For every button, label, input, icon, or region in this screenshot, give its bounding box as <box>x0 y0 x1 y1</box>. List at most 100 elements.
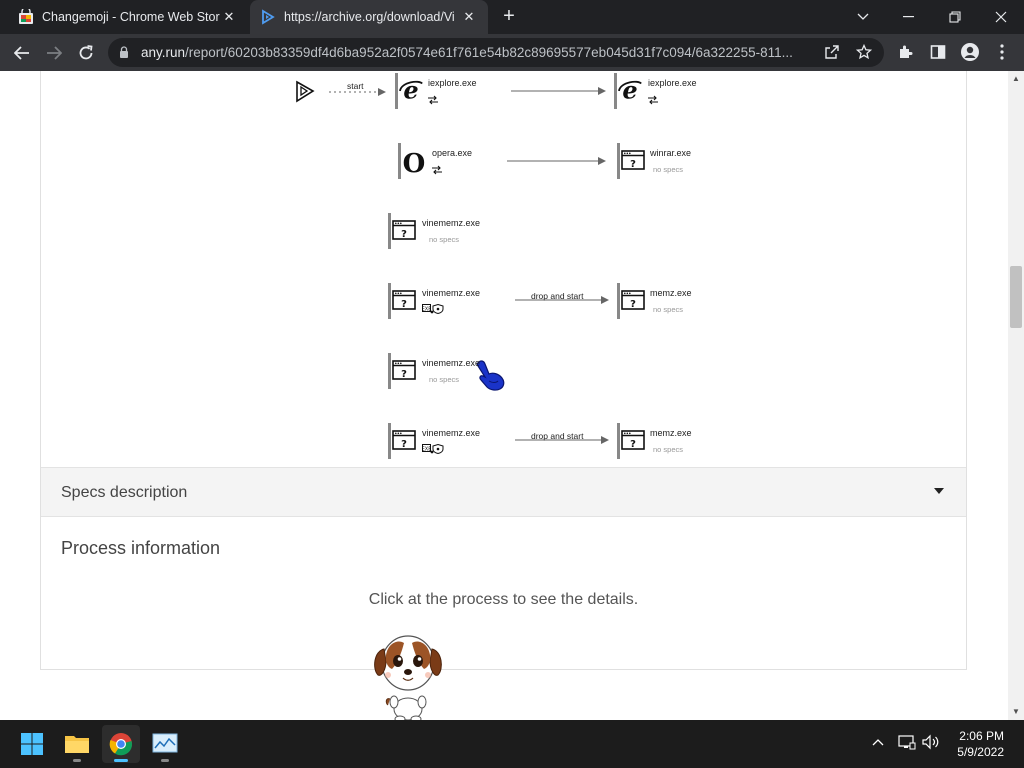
process-bar <box>617 283 620 319</box>
restore-button[interactable] <box>932 0 978 34</box>
process-bar <box>614 73 617 109</box>
exe-shield-badges-icon <box>422 304 444 314</box>
process-name[interactable]: memz.exe <box>650 288 692 298</box>
ie-icon[interactable] <box>618 75 642 104</box>
volume-icon[interactable] <box>922 734 940 753</box>
network-swap-icon <box>647 95 659 105</box>
file-explorer-button[interactable] <box>58 725 96 763</box>
chrome-taskbar-button[interactable] <box>102 725 140 763</box>
windows-taskbar: 2:06 PM 5/9/2022 <box>0 720 1024 768</box>
process-name[interactable]: iexplore.exe <box>428 78 477 88</box>
clock-date: 5/9/2022 <box>957 745 1004 759</box>
tab-archive[interactable]: https://archive.org/download/Vi ✕ <box>250 0 488 34</box>
chrome-menu-icon[interactable] <box>990 40 1014 64</box>
process-bar <box>617 143 620 179</box>
page-scrollbar[interactable]: ▲ ▼ <box>1008 71 1024 720</box>
edge-label: drop and start <box>531 291 584 301</box>
process-spec: no specs <box>653 445 684 454</box>
forward-button[interactable] <box>41 40 67 66</box>
new-tab-button[interactable]: + <box>498 6 520 28</box>
close-tab-icon[interactable]: ✕ <box>220 8 238 26</box>
process-bar <box>395 73 398 109</box>
tab-search-icon[interactable] <box>840 0 886 34</box>
address-bar[interactable]: any.run/report/60203b83359df4d6ba952a2f0… <box>108 38 884 67</box>
system-clock[interactable]: 2:06 PM 5/9/2022 <box>957 728 1004 760</box>
process-information-hint: Click at the process to see the details. <box>368 591 639 608</box>
back-button[interactable] <box>9 40 35 66</box>
resource-monitor-button[interactable] <box>146 725 184 763</box>
reload-button[interactable] <box>73 40 99 66</box>
process-spec: no specs <box>429 375 460 384</box>
folder-icon <box>65 736 89 753</box>
unknown-app-icon[interactable] <box>621 290 645 310</box>
browser-toolbar: any.run/report/60203b83359df4d6ba952a2f0… <box>0 34 1024 71</box>
start-node-icon[interactable] <box>296 80 315 103</box>
bookmark-star-icon[interactable] <box>852 40 876 64</box>
start-edge-label: start <box>347 81 364 91</box>
unknown-app-icon[interactable] <box>621 150 645 170</box>
extensions-icon[interactable] <box>894 40 918 64</box>
clock-time: 2:06 PM <box>959 729 1004 743</box>
scroll-down-arrow-icon[interactable]: ▼ <box>1011 707 1021 717</box>
share-icon[interactable] <box>820 40 844 64</box>
close-window-button[interactable] <box>978 0 1024 34</box>
minimize-button[interactable] <box>886 0 932 34</box>
ie-icon[interactable] <box>399 75 423 104</box>
chrome-icon <box>109 733 133 756</box>
edge-label: drop and start <box>531 431 584 441</box>
scrollbar-thumb[interactable] <box>1010 266 1022 328</box>
process-name[interactable]: winrar.exe <box>650 148 691 158</box>
exe-shield-badges-icon <box>422 444 444 454</box>
process-name[interactable]: vinememz.exe <box>422 218 480 228</box>
caret-down-icon[interactable] <box>934 488 944 494</box>
running-indicator <box>161 759 169 762</box>
tab-title: Changemoji - Chrome Web Store <box>42 10 220 24</box>
process-name[interactable]: iexplore.exe <box>648 78 697 88</box>
process-name[interactable]: opera.exe <box>432 148 472 158</box>
url-path: /report/60203b83359df4d6ba952a2f0574e61f… <box>185 45 793 60</box>
chrome-web-store-icon <box>19 9 33 24</box>
process-bar <box>388 213 391 249</box>
tab-changemoji[interactable]: Changemoji - Chrome Web Store ✕ <box>8 0 248 34</box>
process-name[interactable]: vinememz.exe <box>422 358 480 368</box>
active-indicator <box>114 759 128 762</box>
process-graph-canvas: ? e EXE <box>296 73 659 459</box>
running-indicator <box>73 759 81 762</box>
url-host: any.run <box>141 45 186 60</box>
specs-description-label: Specs description <box>61 484 188 501</box>
dog-mascot-icon <box>374 635 442 720</box>
opera-icon[interactable]: O <box>403 149 426 179</box>
process-bar <box>388 353 391 389</box>
report-card: ? e EXE <box>40 71 967 670</box>
start-button[interactable] <box>13 725 51 763</box>
process-spec: no specs <box>653 305 684 314</box>
unknown-app-icon[interactable] <box>392 290 416 310</box>
unknown-app-icon[interactable] <box>621 430 645 450</box>
specs-description-toggle[interactable]: Specs description <box>41 467 966 517</box>
process-name[interactable]: vinememz.exe <box>422 428 480 438</box>
side-panel-icon[interactable] <box>926 40 950 64</box>
process-information-heading: Process information <box>61 538 221 558</box>
process-name[interactable]: memz.exe <box>650 428 692 438</box>
network-icon[interactable] <box>898 734 916 753</box>
network-swap-icon <box>431 165 443 175</box>
unknown-app-icon[interactable] <box>392 430 416 450</box>
process-bar <box>388 283 391 319</box>
process-spec: no specs <box>653 165 684 174</box>
scroll-up-arrow-icon[interactable]: ▲ <box>1011 74 1021 84</box>
browser-tab-strip: Changemoji - Chrome Web Store ✕ https://… <box>0 0 1024 34</box>
tab-title: https://archive.org/download/Vi <box>284 10 455 24</box>
process-bar <box>388 423 391 459</box>
pointer-hand-cursor-icon <box>476 360 505 391</box>
unknown-app-icon[interactable] <box>392 220 416 240</box>
anyrun-icon <box>262 9 275 25</box>
process-name[interactable]: vinememz.exe <box>422 288 480 298</box>
unknown-app-icon[interactable] <box>392 360 416 380</box>
windows-logo-icon <box>21 733 43 755</box>
profile-avatar-icon[interactable] <box>958 40 982 64</box>
lock-icon <box>120 46 128 58</box>
close-tab-icon[interactable]: ✕ <box>460 8 478 26</box>
process-bar <box>398 143 401 179</box>
url-text: any.run/report/60203b83359df4d6ba952a2f0… <box>141 45 821 60</box>
chevron-up-icon[interactable] <box>872 734 884 749</box>
